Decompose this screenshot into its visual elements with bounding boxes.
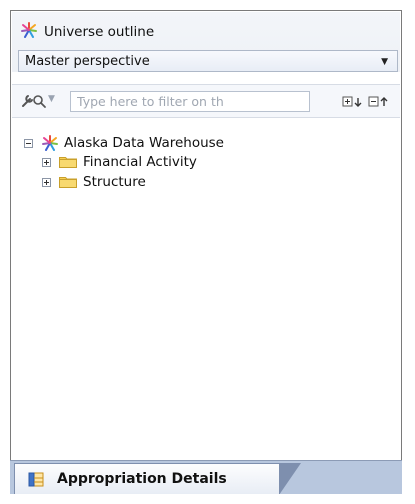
folder-icon <box>59 157 77 168</box>
filter-input[interactable] <box>70 91 310 112</box>
tree-node-label: Financial Activity <box>83 154 197 170</box>
dropdown-arrow-icon[interactable]: ▼ <box>381 57 388 67</box>
tool-dropdown-arrow-icon[interactable]: ▼ <box>48 94 55 104</box>
tree-node-structure[interactable]: Structure <box>42 173 146 191</box>
tab-label: Appropriation Details <box>57 471 227 487</box>
perspective-dropdown[interactable]: Master perspective ▼ <box>18 50 398 72</box>
universe-outline-panel: Universe outline Master perspective ▼ ▼ <box>12 12 400 460</box>
wrench-icon[interactable] <box>20 91 48 111</box>
expand-toggle-icon[interactable] <box>42 177 51 187</box>
collapse-all-icon[interactable] <box>368 96 390 108</box>
tree-node-label: Structure <box>83 174 146 190</box>
table-icon <box>28 472 44 487</box>
filter-toolbar: ▼ <box>12 84 400 118</box>
tree-node-label: Alaska Data Warehouse <box>64 135 224 151</box>
tree-node-root[interactable]: Alaska Data Warehouse <box>24 134 224 152</box>
universe-icon <box>20 22 38 42</box>
panel-title: Universe outline <box>44 24 155 40</box>
expand-all-icon[interactable] <box>342 96 364 108</box>
collapse-toggle-icon[interactable] <box>24 138 33 148</box>
expand-toggle-icon[interactable] <box>42 157 51 167</box>
tab-appropriation-details[interactable]: Appropriation Details <box>14 463 301 494</box>
panel-header: Universe outline <box>12 18 400 46</box>
universe-icon <box>41 135 59 151</box>
perspective-value: Master perspective <box>25 53 150 69</box>
bottom-tab-strip: Appropriation Details <box>10 460 402 494</box>
folder-icon <box>59 177 77 188</box>
tree-node-financial-activity[interactable]: Financial Activity <box>42 153 197 171</box>
